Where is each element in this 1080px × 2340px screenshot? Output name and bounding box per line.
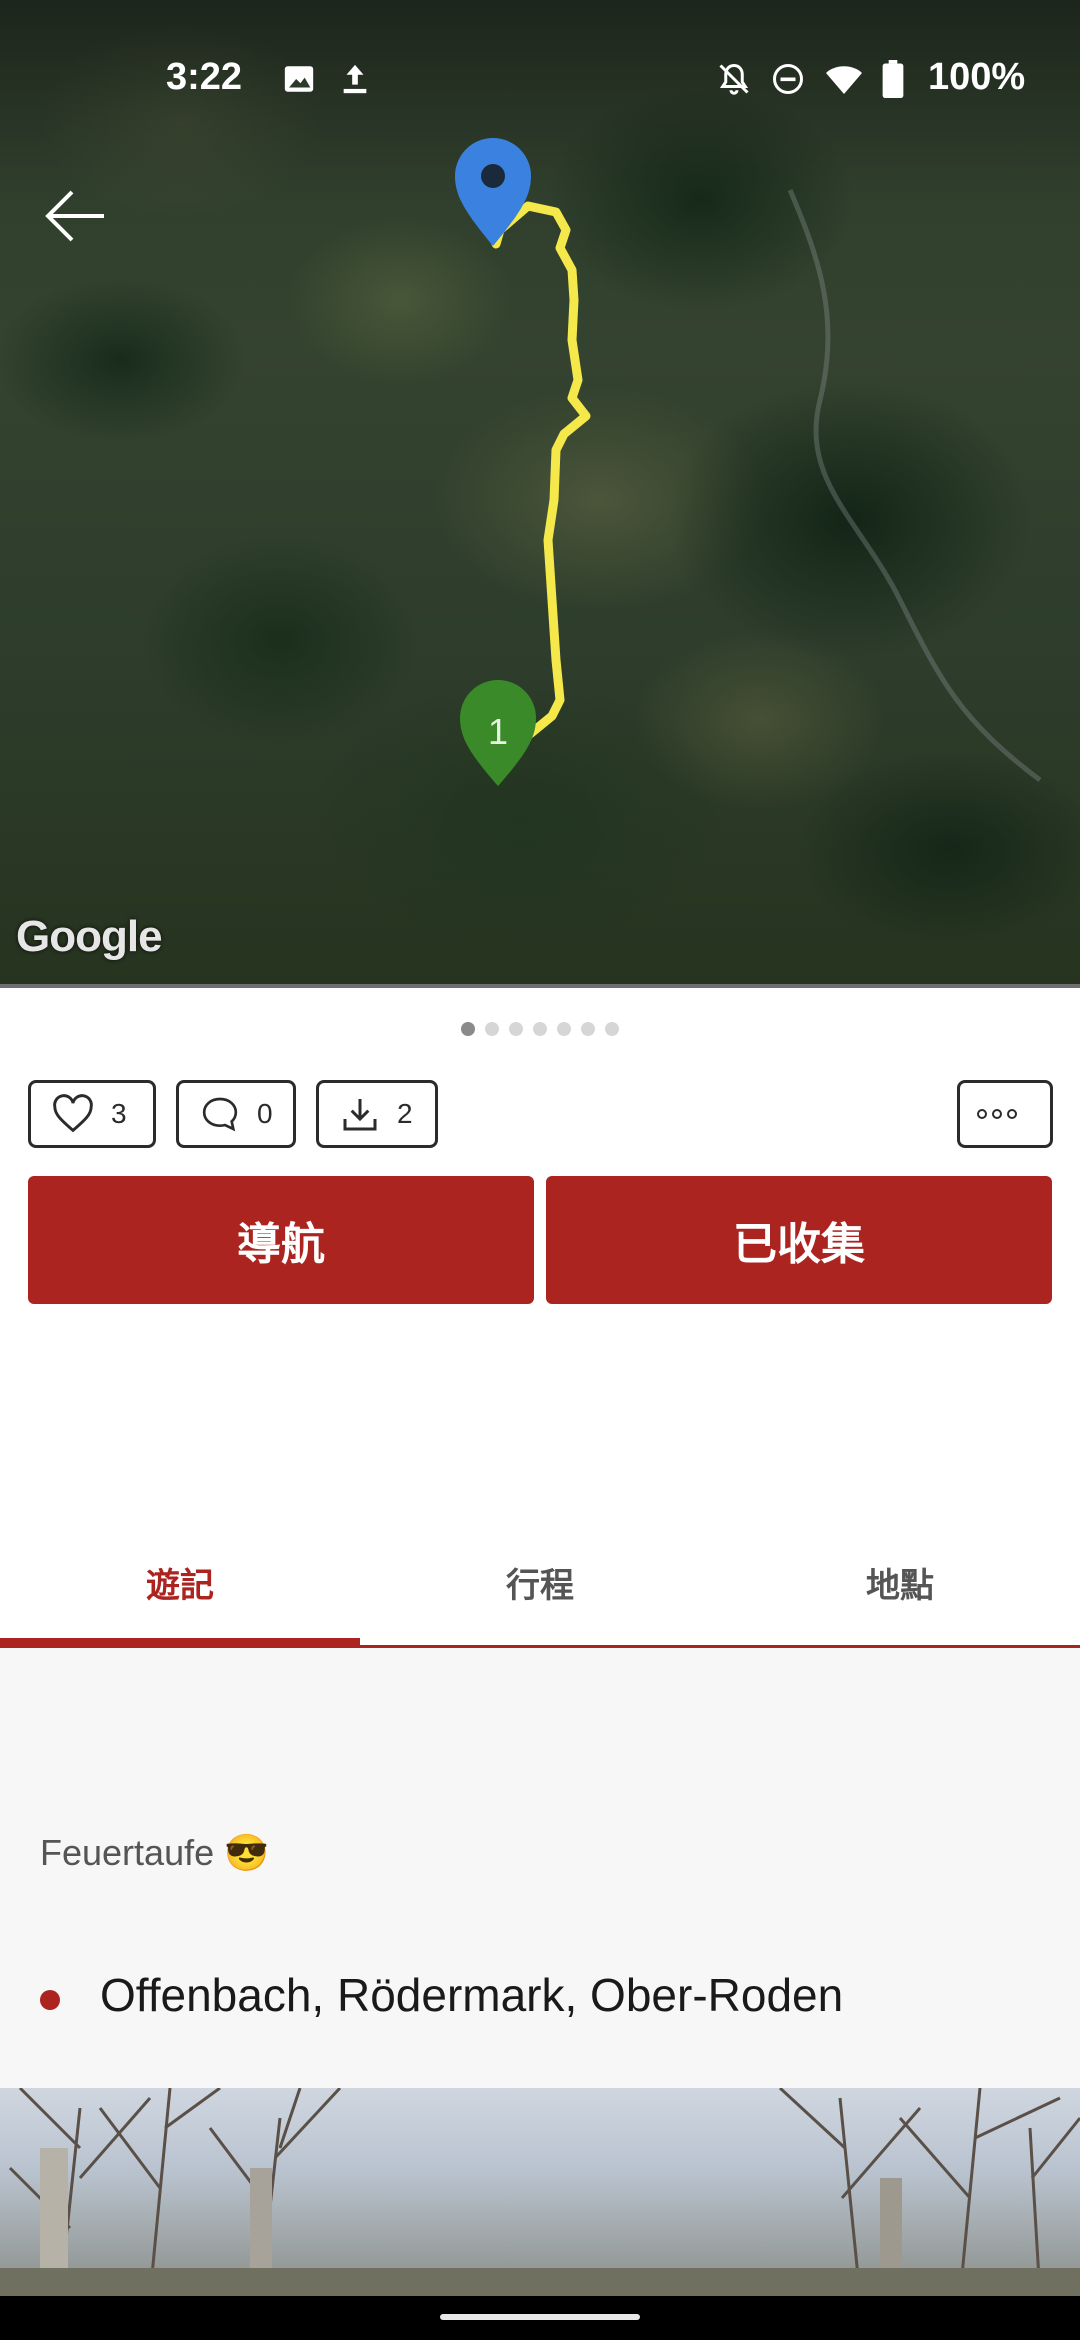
do-not-disturb-icon (773, 64, 803, 94)
start-marker-label: 1 (488, 711, 508, 752)
carousel-dot[interactable] (581, 1022, 595, 1036)
location-name: Offenbach, Rödermark, Ober-Roden (100, 1969, 844, 2021)
carousel-dot[interactable] (557, 1022, 571, 1036)
image-icon (284, 66, 314, 92)
more-button[interactable] (957, 1080, 1053, 1148)
upload-icon (343, 64, 367, 94)
download-icon (343, 1099, 377, 1131)
battery-icon (882, 60, 904, 98)
river-line (787, 189, 1042, 782)
trip-photo[interactable] (0, 2088, 1080, 2296)
tab-places[interactable]: 地點 (720, 1520, 1080, 1645)
trees-image (0, 2088, 1080, 2296)
comment-icon (202, 1097, 238, 1132)
home-gesture-handle[interactable] (440, 2314, 640, 2320)
status-bar: 3:22 100% (0, 40, 1080, 120)
end-marker (455, 138, 531, 246)
status-time: 3:22 (166, 56, 243, 98)
carousel-dot[interactable] (605, 1022, 619, 1036)
google-logo: Google (16, 912, 163, 961)
saved-button[interactable]: 已收集 (546, 1176, 1052, 1304)
location-bullet-icon (40, 1990, 60, 2010)
carousel-dot[interactable] (533, 1022, 547, 1036)
post-title: Feuertaufe 😎 (40, 1832, 269, 1873)
map-view[interactable]: 1 Google (0, 0, 1080, 988)
like-count: 3 (111, 1098, 127, 1129)
comment-count: 0 (257, 1098, 273, 1129)
battery-percent: 100% (928, 56, 1026, 98)
arrow-left-icon (45, 190, 104, 242)
system-nav-bar (0, 2296, 1080, 2340)
carousel-dot[interactable] (461, 1022, 475, 1036)
bell-off-icon (719, 63, 749, 95)
download-button[interactable]: 2 (316, 1080, 438, 1148)
wifi-icon (826, 66, 862, 94)
heart-icon (53, 1094, 93, 1133)
carousel-indicator (0, 1022, 1080, 1036)
more-horizontal-icon (977, 1109, 1017, 1119)
like-button[interactable]: 3 (28, 1080, 156, 1148)
download-count: 2 (397, 1098, 413, 1129)
navigate-button[interactable]: 導航 (28, 1176, 534, 1304)
carousel-dot[interactable] (509, 1022, 523, 1036)
map-divider (0, 984, 1080, 988)
tab-bar: 遊記 行程 地點 (0, 1520, 1080, 1648)
route-overlay: 1 (455, 138, 1042, 786)
back-button[interactable] (40, 180, 112, 252)
comment-button[interactable]: 0 (176, 1080, 296, 1148)
carousel-dot[interactable] (485, 1022, 499, 1036)
travelogue-content: Feuertaufe 😎 Offenbach, Rödermark, Ober-… (0, 1648, 1080, 2088)
tab-itinerary[interactable]: 行程 (360, 1520, 720, 1645)
tab-travelogue[interactable]: 遊記 (0, 1520, 360, 1648)
route-path (491, 201, 591, 739)
